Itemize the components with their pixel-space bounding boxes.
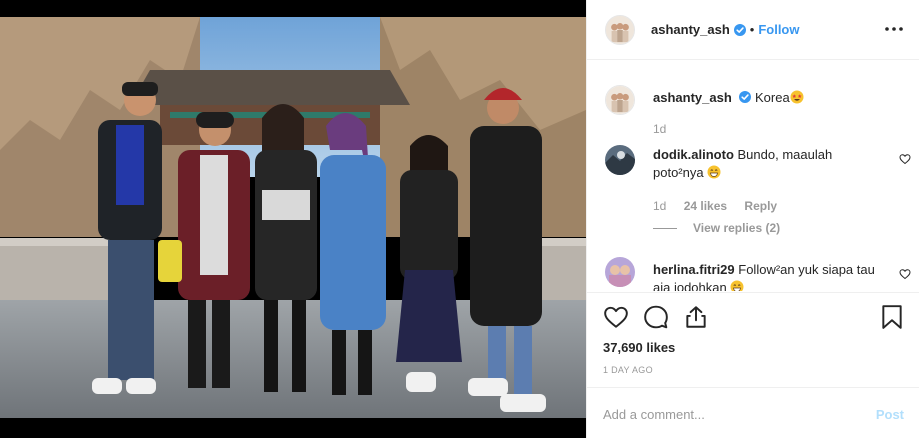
- comment-username[interactable]: dodik.alinoto: [653, 147, 734, 162]
- likes-count[interactable]: 37,690 likes: [603, 340, 675, 355]
- comment-username[interactable]: herlina.fitri29: [653, 262, 735, 277]
- comments-list[interactable]: ashanty_ash Korea 1d dodik.alinoto Bundo…: [587, 61, 919, 291]
- verified-badge-icon: [733, 23, 746, 36]
- comment-time: 1d: [653, 199, 667, 213]
- caption-text-block: ashanty_ash Korea: [653, 89, 885, 107]
- comment-text-block: dodik.alinoto Bundo, maaulah poto²nya: [653, 146, 885, 182]
- commenter-avatar[interactable]: [605, 145, 635, 175]
- replies-divider: [653, 228, 677, 230]
- comment-likes[interactable]: 24 likes: [684, 199, 727, 213]
- caption-item: ashanty_ash Korea 1d: [605, 85, 905, 145]
- comment-item: dodik.alinoto Bundo, maaulah poto²nya 1d…: [605, 145, 911, 245]
- view-replies-button[interactable]: View replies (2): [653, 221, 780, 235]
- follow-separator: •: [749, 22, 755, 37]
- comment-reply-button[interactable]: Reply: [744, 199, 777, 213]
- comment-text-block: herlina.fitri29 Follow²an yuk siapa tau …: [653, 261, 885, 291]
- instagram-post-view: ashanty_ash • Follow ashanty_ash Korea 1…: [0, 0, 919, 438]
- comment-like-icon[interactable]: [899, 153, 911, 165]
- grinning-emoji-icon: [730, 280, 744, 291]
- author-username[interactable]: ashanty_ash: [651, 22, 730, 37]
- star-struck-emoji-icon: [790, 90, 804, 104]
- caption-username[interactable]: ashanty_ash: [653, 90, 732, 105]
- author-avatar[interactable]: [605, 14, 635, 45]
- heart-icon[interactable]: [603, 304, 629, 330]
- bookmark-icon[interactable]: [879, 304, 905, 330]
- caption-time: 1d: [653, 122, 667, 136]
- post-comment-button[interactable]: Post: [876, 407, 904, 422]
- comment-item: herlina.fitri29 Follow²an yuk siapa tau …: [605, 257, 911, 291]
- share-icon[interactable]: [683, 304, 709, 330]
- caption-meta: 1d: [653, 122, 680, 136]
- add-comment-bar: Post: [587, 387, 919, 438]
- caption-avatar[interactable]: [605, 85, 635, 115]
- group-photo-image: [0, 0, 586, 438]
- follow-button[interactable]: Follow: [758, 22, 799, 37]
- caption-verified-icon: [739, 91, 752, 103]
- add-comment-input[interactable]: [603, 404, 853, 424]
- comment-meta: 1d 24 likes Reply: [653, 199, 791, 213]
- comment-like-icon[interactable]: [899, 268, 911, 280]
- comment-icon[interactable]: [643, 304, 669, 330]
- commenter-avatar[interactable]: [605, 257, 635, 287]
- post-actions-section: 37,690 likes 1 DAY AGO: [587, 292, 919, 392]
- more-options-icon[interactable]: [884, 19, 904, 39]
- view-replies-label: View replies (2): [693, 221, 781, 235]
- posted-time-ago[interactable]: 1 DAY AGO: [603, 365, 653, 375]
- post-header: ashanty_ash • Follow: [587, 0, 919, 60]
- post-photo[interactable]: [0, 0, 586, 438]
- grinning-emoji-icon: [707, 165, 721, 179]
- caption-text: Korea: [755, 90, 790, 105]
- post-side-panel: ashanty_ash • Follow ashanty_ash Korea 1…: [586, 0, 919, 438]
